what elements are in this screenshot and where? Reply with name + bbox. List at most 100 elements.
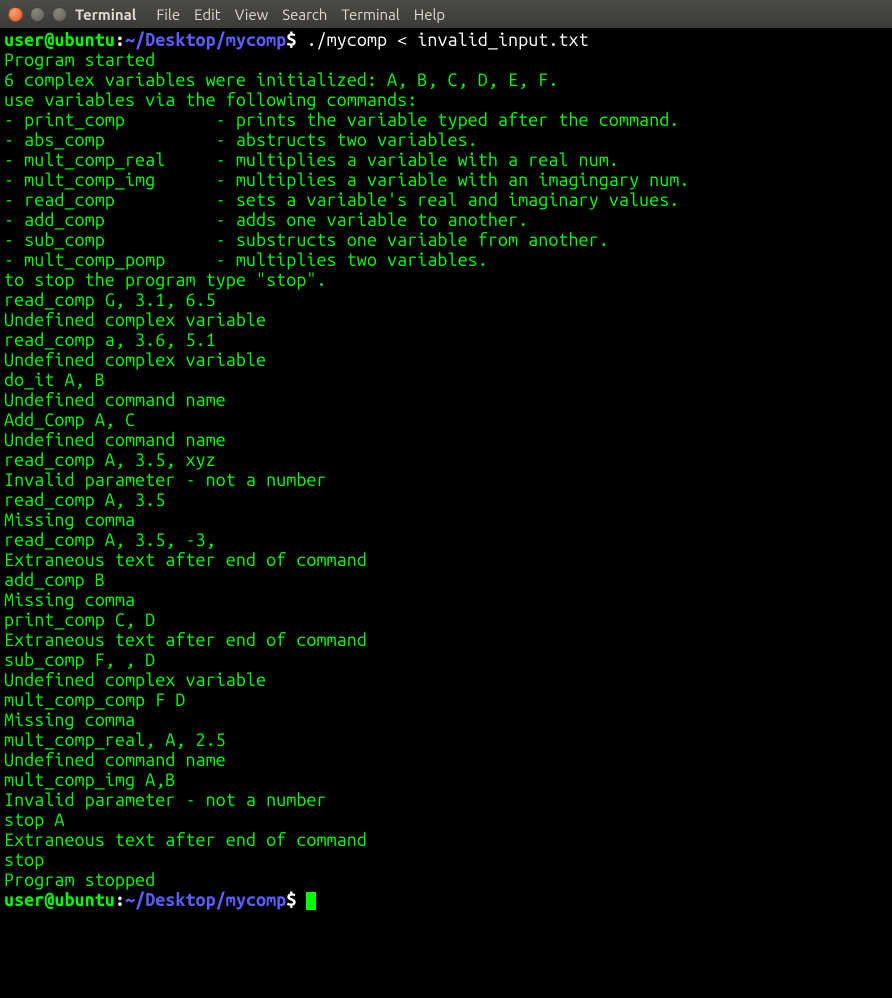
terminal-line: Extraneous text after end of command (4, 550, 888, 570)
menu-file[interactable]: File (156, 6, 180, 23)
output-text: Undefined complex variable (4, 670, 266, 690)
terminal-line: read_comp A, 3.5 (4, 490, 888, 510)
terminal-line: Program stopped (4, 870, 888, 890)
menu-help[interactable]: Help (414, 6, 445, 23)
cursor-icon (306, 892, 316, 910)
menubar: File Edit View Search Terminal Help (156, 6, 445, 23)
terminal-line: read_comp A, 3.5, -3, (4, 530, 888, 550)
terminal-line: Invalid parameter - not a number (4, 790, 888, 810)
window-controls (8, 7, 67, 22)
prompt-colon: : (115, 890, 125, 910)
output-text: Undefined complex variable (4, 350, 266, 370)
terminal-line: mult_comp_comp F D (4, 690, 888, 710)
minimize-icon[interactable] (30, 7, 45, 22)
terminal-line: read_comp G, 3.1, 6.5 (4, 290, 888, 310)
output-text: - add_comp - adds one variable to anothe… (4, 210, 528, 230)
output-text: read_comp A, 3.5, -3, (4, 530, 216, 550)
output-text: - mult_comp_pomp - multiplies two variab… (4, 250, 488, 270)
output-text: Undefined command name (4, 390, 226, 410)
output-text: print_comp C, D (4, 610, 155, 630)
output-text: read_comp A, 3.5 (4, 490, 165, 510)
output-text: Undefined command name (4, 430, 226, 450)
terminal-line: Missing comma (4, 710, 888, 730)
output-text: Extraneous text after end of command (4, 550, 367, 570)
terminal-line: read_comp A, 3.5, xyz (4, 450, 888, 470)
menu-terminal[interactable]: Terminal (341, 6, 399, 23)
terminal-line: print_comp C, D (4, 610, 888, 630)
prompt-dollar: $ (286, 890, 306, 910)
terminal-line: Missing comma (4, 590, 888, 610)
terminal-line: mult_comp_real, A, 2.5 (4, 730, 888, 750)
terminal-line: Undefined complex variable (4, 310, 888, 330)
window-title: Terminal (75, 6, 136, 23)
terminal-line: Undefined command name (4, 430, 888, 450)
prompt-path: ~/Desktop/mycomp (125, 890, 286, 910)
output-text: add_comp B (4, 570, 105, 590)
output-text: Program stopped (4, 870, 155, 890)
terminal-line: user@ubuntu:~/Desktop/mycomp$ ./mycomp <… (4, 30, 888, 50)
output-text: read_comp A, 3.5, xyz (4, 450, 216, 470)
output-text: stop A (4, 810, 64, 830)
terminal-line: user@ubuntu:~/Desktop/mycomp$ (4, 890, 888, 910)
terminal-line: - print_comp - prints the variable typed… (4, 110, 888, 130)
terminal-line: - read_comp - sets a variable's real and… (4, 190, 888, 210)
terminal-line: 6 complex variables were initialized: A,… (4, 70, 888, 90)
terminal-line: mult_comp_img A,B (4, 770, 888, 790)
terminal-line: Extraneous text after end of command (4, 830, 888, 850)
output-text: use variables via the following commands… (4, 90, 417, 110)
output-text: sub_comp F, , D (4, 650, 155, 670)
output-text: Program started (4, 50, 155, 70)
output-text: - mult_comp_img - multiplies a variable … (4, 170, 689, 190)
output-text: Add_Comp A, C (4, 410, 135, 430)
output-text: Extraneous text after end of command (4, 830, 367, 850)
output-text: read_comp G, 3.1, 6.5 (4, 290, 216, 310)
terminal-line: add_comp B (4, 570, 888, 590)
terminal-line: stop (4, 850, 888, 870)
maximize-icon[interactable] (52, 7, 67, 22)
prompt-path: ~/Desktop/mycomp (125, 30, 286, 50)
terminal-line: stop A (4, 810, 888, 830)
output-text: read_comp a, 3.6, 5.1 (4, 330, 216, 350)
prompt-dollar: $ (286, 30, 306, 50)
output-text: - print_comp - prints the variable typed… (4, 110, 679, 130)
terminal-line: Invalid parameter - not a number (4, 470, 888, 490)
output-text: Undefined complex variable (4, 310, 266, 330)
prompt-userhost: user@ubuntu (4, 30, 115, 50)
close-icon[interactable] (8, 7, 23, 22)
output-text: Extraneous text after end of command (4, 630, 367, 650)
output-text: Invalid parameter - not a number (4, 790, 327, 810)
output-text: stop (4, 850, 44, 870)
terminal-line: Undefined complex variable (4, 670, 888, 690)
terminal-line: use variables via the following commands… (4, 90, 888, 110)
terminal-line: Program started (4, 50, 888, 70)
terminal-viewport[interactable]: user@ubuntu:~/Desktop/mycomp$ ./mycomp <… (0, 28, 892, 912)
output-text: 6 complex variables were initialized: A,… (4, 70, 558, 90)
terminal-line: Undefined complex variable (4, 350, 888, 370)
terminal-line: do_it A, B (4, 370, 888, 390)
prompt-colon: : (115, 30, 125, 50)
output-text: Missing comma (4, 710, 135, 730)
output-text: do_it A, B (4, 370, 105, 390)
output-text: Undefined command name (4, 750, 226, 770)
output-text: - sub_comp - substructs one variable fro… (4, 230, 609, 250)
menu-view[interactable]: View (235, 6, 269, 23)
output-text: - abs_comp - abstructs two variables. (4, 130, 478, 150)
terminal-line: Undefined command name (4, 750, 888, 770)
output-text: Missing comma (4, 590, 135, 610)
output-text: mult_comp_comp F D (4, 690, 185, 710)
terminal-line: - add_comp - adds one variable to anothe… (4, 210, 888, 230)
terminal-line: to stop the program type "stop". (4, 270, 888, 290)
terminal-line: - sub_comp - substructs one variable fro… (4, 230, 888, 250)
output-text: mult_comp_img A,B (4, 770, 175, 790)
terminal-line: - mult_comp_img - multiplies a variable … (4, 170, 888, 190)
terminal-line: Extraneous text after end of command (4, 630, 888, 650)
terminal-line: - mult_comp_real - multiplies a variable… (4, 150, 888, 170)
output-text: Invalid parameter - not a number (4, 470, 327, 490)
output-text: Missing comma (4, 510, 135, 530)
terminal-line: Add_Comp A, C (4, 410, 888, 430)
output-text: - mult_comp_real - multiplies a variable… (4, 150, 619, 170)
menu-edit[interactable]: Edit (194, 6, 221, 23)
terminal-line: - abs_comp - abstructs two variables. (4, 130, 888, 150)
terminal-line: Undefined command name (4, 390, 888, 410)
menu-search[interactable]: Search (282, 6, 327, 23)
